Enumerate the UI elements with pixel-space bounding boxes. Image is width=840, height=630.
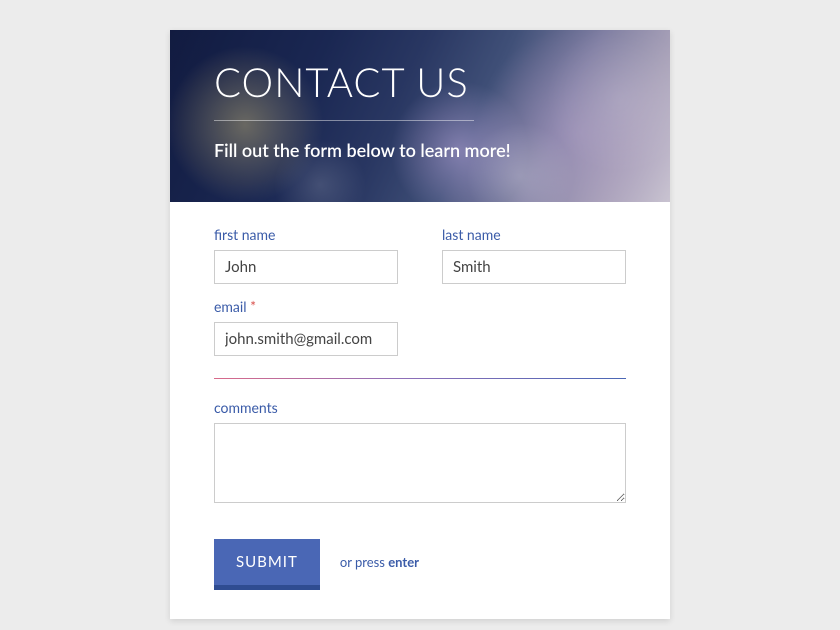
first-name-input[interactable] [214,250,398,284]
first-name-group: first name [214,226,398,284]
contact-form: first name last name email * comments SU… [170,202,670,619]
section-divider [214,378,626,379]
name-row: first name last name [214,226,626,284]
email-group: email * [214,298,626,356]
submit-button[interactable]: SUBMIT [214,539,320,585]
last-name-label: last name [442,226,626,243]
email-input[interactable] [214,322,398,356]
last-name-input[interactable] [442,250,626,284]
page-title: CONTACT US [214,58,626,106]
comments-textarea[interactable] [214,423,626,503]
submit-hint: or press enter [340,554,419,570]
email-label-text: email [214,298,247,315]
required-marker: * [250,298,256,315]
comments-label: comments [214,399,626,416]
comments-group: comments [214,399,626,507]
email-label: email * [214,298,626,315]
subtitle: Fill out the form below to learn more! [214,139,626,161]
form-footer: SUBMIT or press enter [214,539,626,585]
contact-card: CONTACT US Fill out the form below to le… [170,30,670,619]
last-name-group: last name [442,226,626,284]
header: CONTACT US Fill out the form below to le… [170,30,670,202]
hint-key: enter [388,554,419,570]
first-name-label: first name [214,226,398,243]
header-divider [214,120,474,121]
hint-prefix: or press [340,554,388,570]
